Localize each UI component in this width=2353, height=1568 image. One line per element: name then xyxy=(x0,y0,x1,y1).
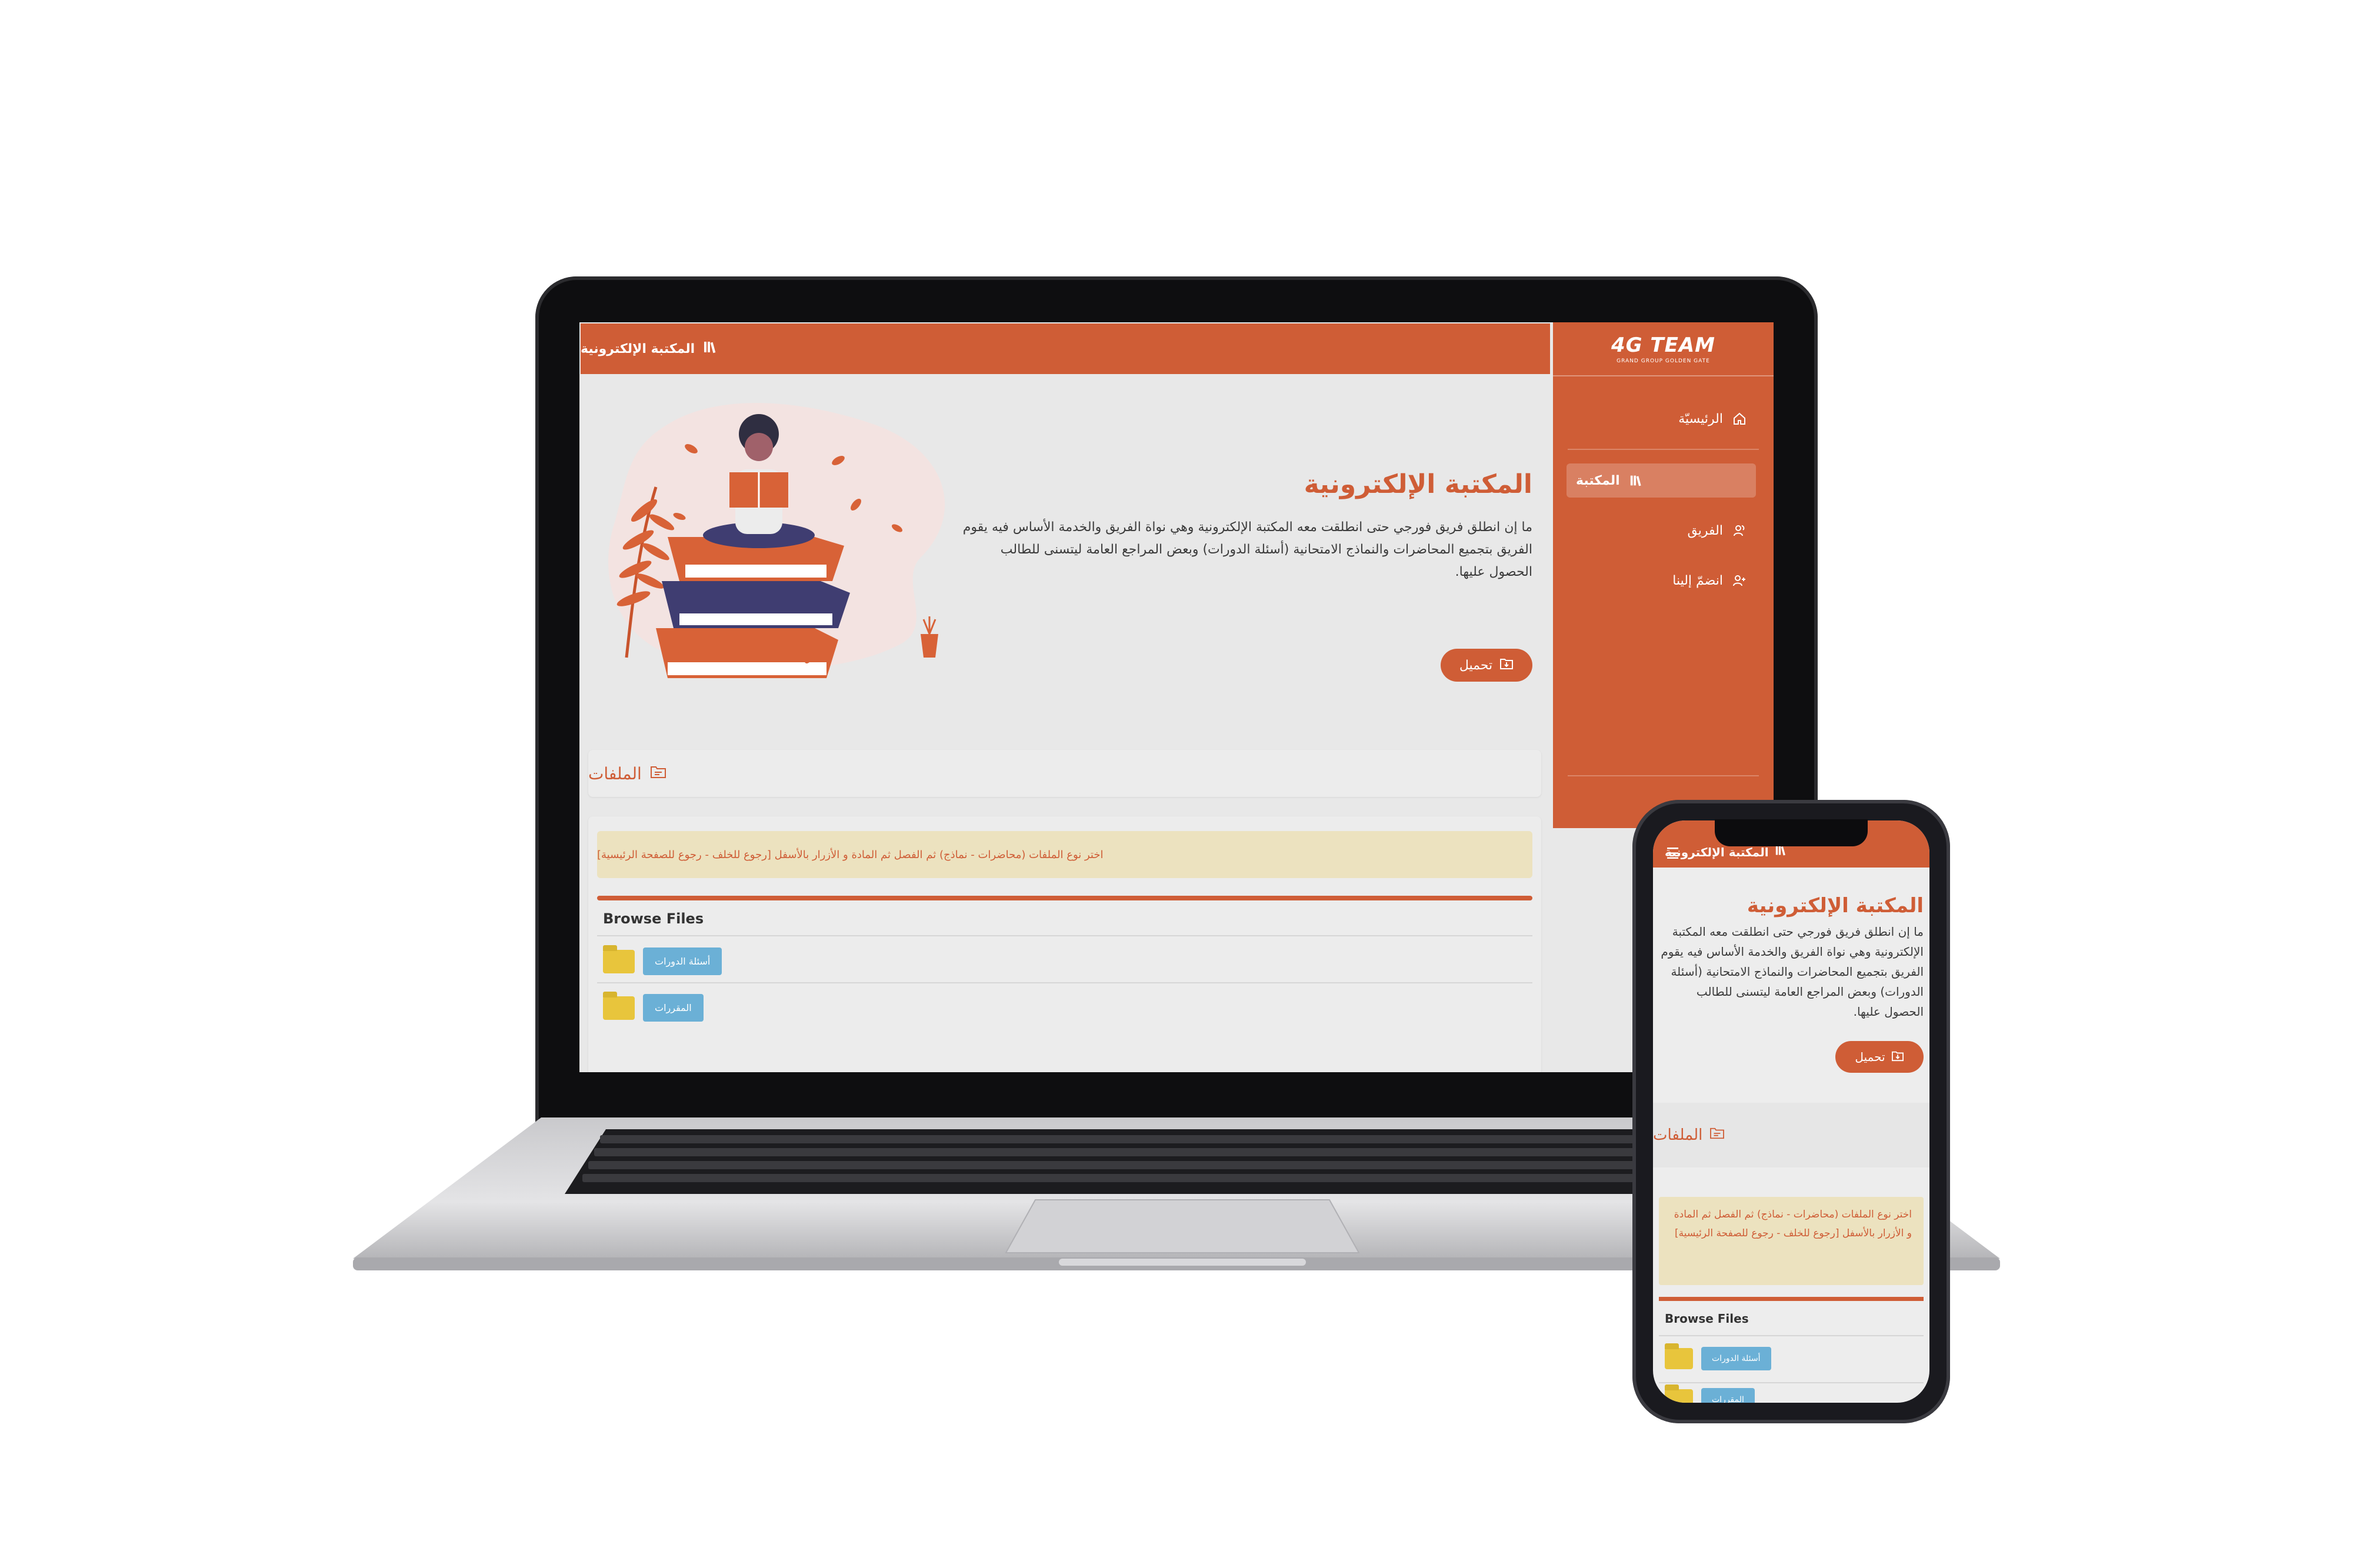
library-icon xyxy=(703,340,718,358)
mobile-hero-description: ما إن انطلق فريق فورجي حتى انطلقت معه ال… xyxy=(1661,925,1924,1019)
reading-illustration xyxy=(608,403,945,678)
row-divider xyxy=(597,935,1532,936)
laptop-screen: 4G TEAM GRAND GROUP GOLDEN GATE الرئيسيّ… xyxy=(579,322,1774,1072)
sidebar-item-home[interactable]: الرئيسيّة xyxy=(1669,402,1756,436)
mobile-instructions-alert: اختر نوع الملفات (محاضرات - نماذج) ثم ال… xyxy=(1659,1197,1924,1285)
sidebar-item-team[interactable]: الفريق xyxy=(1678,513,1756,548)
hero-description: ما إن انطلق فريق فورجي حتى انطلقت معه ال… xyxy=(962,520,1532,579)
sidebar-item-label: الفريق xyxy=(1687,523,1723,538)
phone-screen: المكتبة الإلكترونية ☰ المكتبة الإلكتروني… xyxy=(1653,820,1929,1403)
files-heading: الملفات xyxy=(1653,1126,1703,1144)
folder-button-exams[interactable]: أسئلة الدورات xyxy=(643,948,722,975)
browse-files-title: Browse Files xyxy=(1665,1312,1749,1326)
browse-files-title: Browse Files xyxy=(603,910,704,927)
sidebar-item-label: المكتبة xyxy=(1576,473,1620,488)
list-item: المقررات xyxy=(1665,1384,1755,1403)
download-button[interactable]: تحميل xyxy=(1441,649,1532,682)
file-browser-icon xyxy=(650,764,666,783)
home-icon xyxy=(1732,412,1747,426)
add-user-icon xyxy=(1732,573,1747,588)
download-button-label: تحميل xyxy=(1855,1050,1885,1064)
file-browser-icon xyxy=(1709,1126,1725,1144)
sidebar-divider xyxy=(1568,775,1759,776)
row-divider xyxy=(1659,1382,1924,1383)
library-icon xyxy=(1629,473,1644,488)
folder-download-icon xyxy=(1891,1050,1904,1065)
brand-logo-text: 4G TEAM xyxy=(1611,333,1715,357)
browse-accent-bar xyxy=(1659,1297,1924,1301)
folder-button-courses[interactable]: المقررات xyxy=(643,994,704,1022)
phone-notch xyxy=(1715,819,1868,846)
hero-title: المكتبة الإلكترونية xyxy=(1304,469,1532,499)
hamburger-menu-icon[interactable]: ☰ xyxy=(1666,845,1679,863)
files-header: الملفات xyxy=(588,750,1541,797)
mobile-hero-title: المكتبة الإلكترونية xyxy=(1747,894,1924,918)
folder-button-courses[interactable]: المقررات xyxy=(1701,1388,1755,1403)
mobile-download-button[interactable]: تحميل xyxy=(1835,1041,1924,1073)
top-bar: المكتبة الإلكترونية xyxy=(581,323,1550,374)
download-button-label: تحميل xyxy=(1459,658,1493,673)
page-title: المكتبة الإلكترونية xyxy=(581,341,695,356)
files-heading: الملفات xyxy=(588,763,642,783)
folder-icon xyxy=(1665,1343,1693,1369)
browse-accent-bar xyxy=(597,896,1532,900)
mobile-files-header: الملفات xyxy=(1653,1103,1929,1167)
row-divider xyxy=(597,982,1532,983)
list-item: أسئلة الدورات xyxy=(1665,1343,1771,1370)
sidebar: 4G TEAM GRAND GROUP GOLDEN GATE الرئيسيّ… xyxy=(1553,322,1774,828)
sidebar-item-label: انضمّ إلينا xyxy=(1672,573,1723,588)
library-icon xyxy=(1775,845,1788,859)
list-item: أسئلة الدورات xyxy=(603,945,722,975)
sidebar-item-library[interactable]: المكتبة xyxy=(1567,463,1756,498)
folder-button-exams[interactable]: أسئلة الدورات xyxy=(1701,1347,1771,1370)
sidebar-item-join[interactable]: انضمّ إلينا xyxy=(1663,563,1756,598)
instructions-alert: اختر نوع الملفات (محاضرات - نماذج) ثم ال… xyxy=(597,831,1532,878)
hero-section: المكتبة الإلكترونية ما إن انطلق فريق فور… xyxy=(579,375,1550,722)
mobile-page-title: المكتبة الإلكترونية xyxy=(1665,845,1769,859)
folder-download-icon xyxy=(1499,657,1514,673)
sidebar-item-label: الرئيسيّة xyxy=(1678,411,1723,426)
row-divider xyxy=(1659,1335,1924,1336)
folder-icon xyxy=(603,991,635,1020)
sidebar-divider xyxy=(1568,449,1759,450)
folder-icon xyxy=(603,945,635,973)
list-item: المقررات xyxy=(603,991,704,1022)
files-panel: اختر نوع الملفات (محاضرات - نماذج) ثم ال… xyxy=(588,816,1541,1072)
team-icon xyxy=(1732,523,1747,538)
brand-logo-subtitle: GRAND GROUP GOLDEN GATE xyxy=(1617,358,1710,364)
brand-logo[interactable]: 4G TEAM GRAND GROUP GOLDEN GATE xyxy=(1553,322,1774,376)
folder-icon xyxy=(1665,1384,1693,1403)
